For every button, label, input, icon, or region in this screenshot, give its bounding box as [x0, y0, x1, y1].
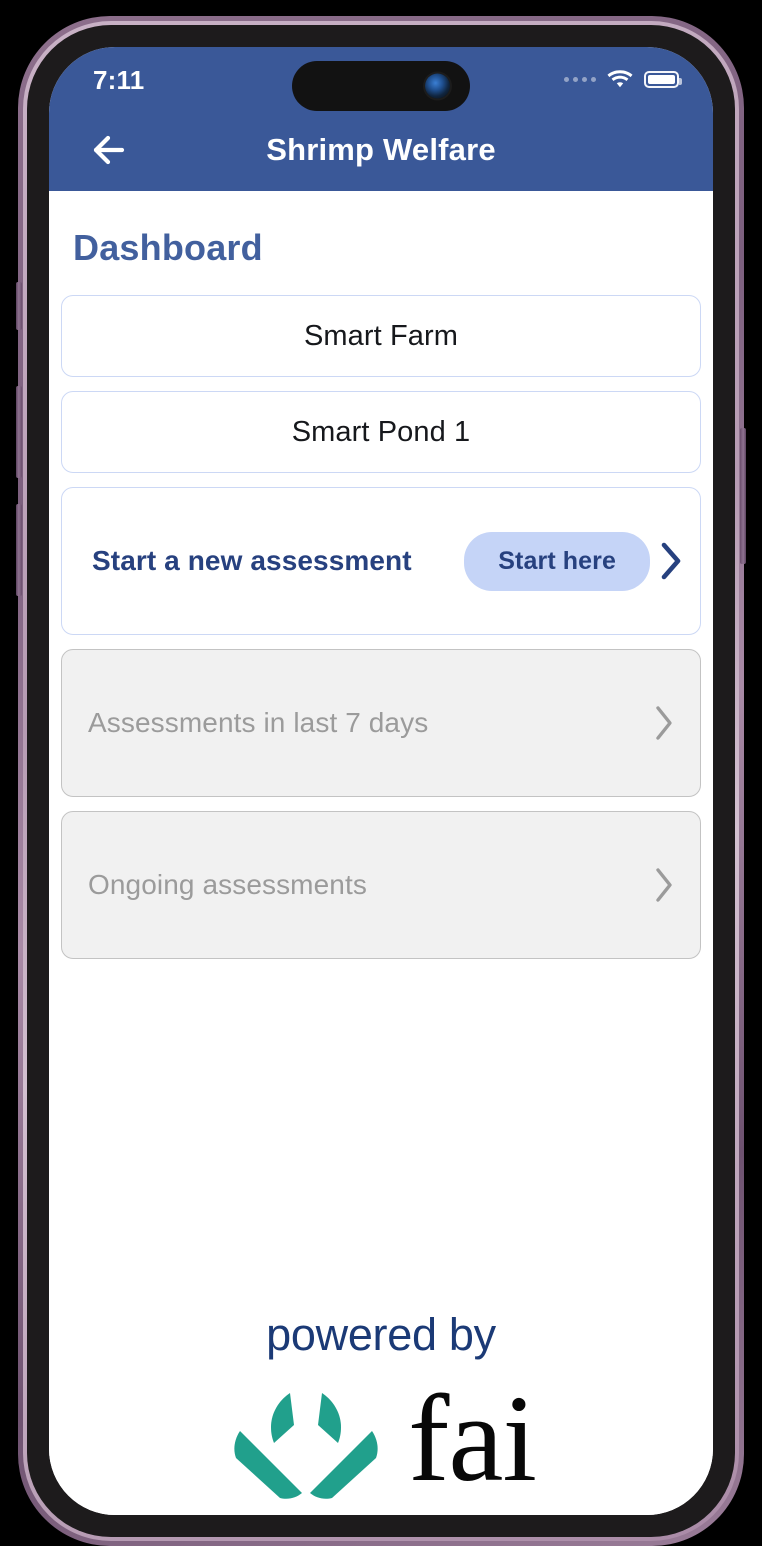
status-bar-clock: 7:11: [93, 65, 145, 95]
back-button[interactable]: [89, 132, 133, 168]
assessments-last-7-days-row[interactable]: Assessments in last 7 days: [61, 649, 701, 797]
battery-full-icon: [644, 70, 682, 88]
title-bar: Shrimp Welfare: [49, 109, 713, 191]
app-bar: 7:11 Shrimp Welfare: [49, 47, 713, 191]
selector-card-pond-label: Smart Pond 1: [291, 415, 471, 448]
phone-frame-inner: 7:11 Shrimp Welfare Dashboard Smart Farm…: [23, 21, 739, 1541]
selector-card-farm[interactable]: Smart Farm: [61, 295, 701, 377]
dashboard-page: Dashboard Smart Farm Smart Pond 1 Start …: [49, 227, 713, 1515]
ongoing-assessments-row[interactable]: Ongoing assessments: [61, 811, 701, 959]
selector-card-pond[interactable]: Smart Pond 1: [61, 391, 701, 473]
phone-screen: 7:11 Shrimp Welfare Dashboard Smart Farm…: [49, 47, 713, 1515]
silent-switch-button[interactable]: [16, 282, 22, 330]
chevron-right-icon: [656, 868, 672, 902]
status-bar-indicators: [564, 67, 682, 89]
volume-up-button[interactable]: [16, 386, 22, 478]
chevron-right-icon: [656, 706, 672, 740]
new-assessment-card[interactable]: Start a new assessment Start here: [61, 487, 701, 635]
dynamic-island: [292, 61, 470, 111]
powered-by-label: powered by: [266, 1309, 496, 1360]
chevron-right-icon[interactable]: [658, 540, 684, 582]
fai-leaf-logo-icon: [234, 1393, 378, 1499]
assessments-last-7-days-label: Assessments in last 7 days: [88, 707, 429, 738]
power-button[interactable]: [740, 428, 746, 564]
arrow-left-icon: [93, 135, 125, 165]
page-title: Dashboard: [73, 227, 263, 268]
front-camera-icon: [425, 73, 450, 99]
brand-logo: fai: [226, 1369, 537, 1507]
new-assessment-actions: Start here: [464, 531, 684, 591]
ongoing-assessments-label: Ongoing assessments: [88, 869, 367, 900]
new-assessment-label: Start a new assessment: [92, 545, 412, 576]
start-here-button[interactable]: Start here: [464, 531, 650, 591]
selector-card-farm-label: Smart Farm: [303, 319, 459, 352]
signal-dots-icon: [564, 76, 596, 82]
app-title: Shrimp Welfare: [266, 132, 496, 167]
footer: powered by fai: [49, 1309, 713, 1507]
volume-down-button[interactable]: [16, 504, 22, 596]
brand-wordmark: fai: [408, 1369, 537, 1507]
phone-bezel: 7:11 Shrimp Welfare Dashboard Smart Farm…: [27, 25, 735, 1537]
phone-frame: 7:11 Shrimp Welfare Dashboard Smart Farm…: [16, 16, 746, 1546]
wifi-icon: [607, 70, 633, 88]
